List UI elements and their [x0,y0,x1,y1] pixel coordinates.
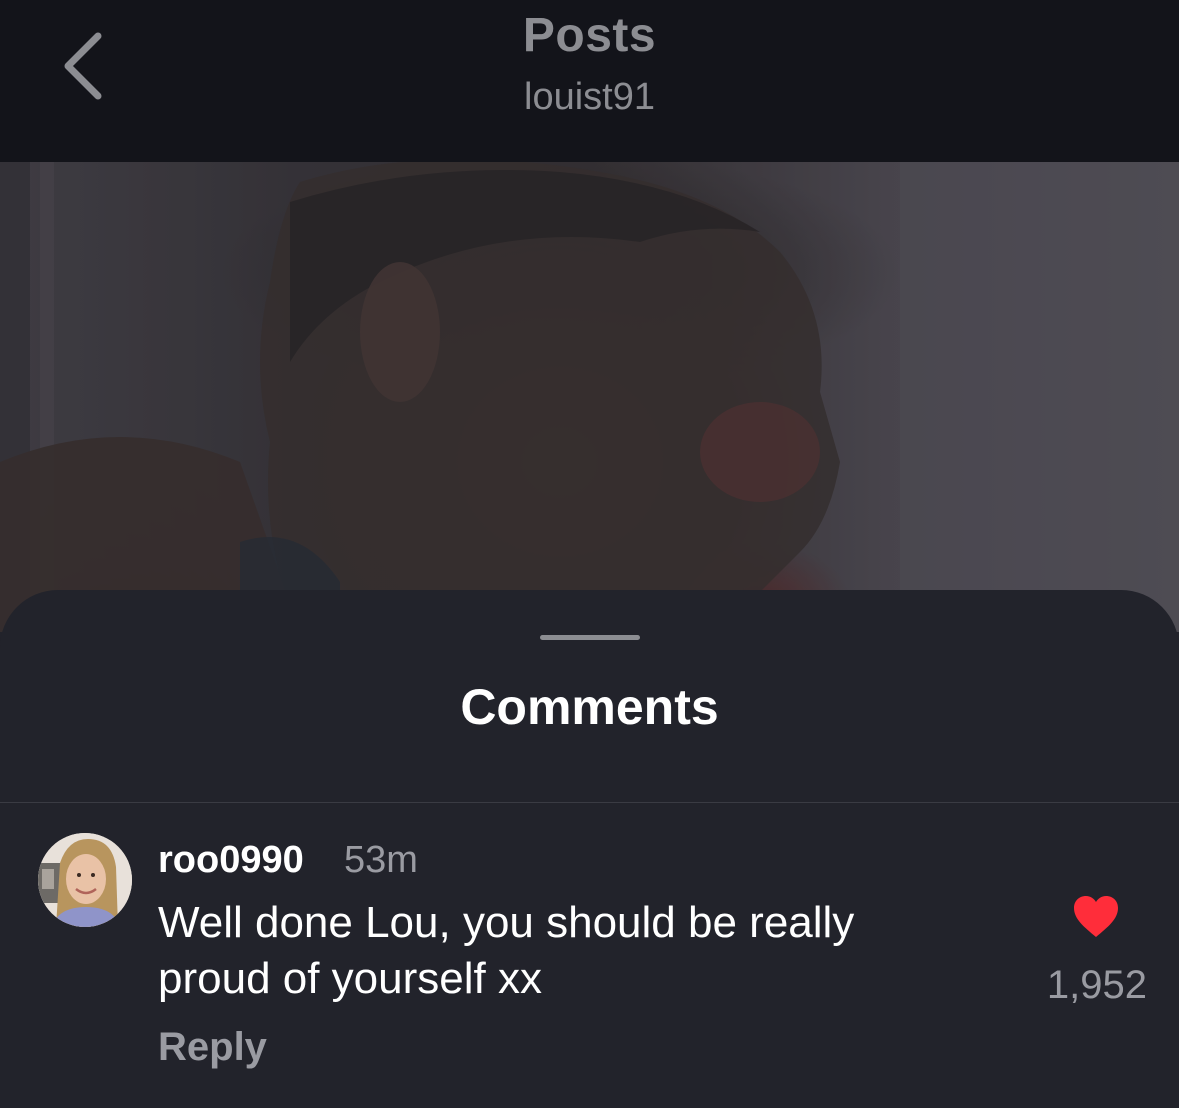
reply-button[interactable]: Reply [158,1025,267,1070]
page-title: Posts [522,9,657,62]
top-bar: Posts louist91 [0,0,1179,162]
avatar[interactable] [38,833,132,927]
sheet-grabber-handle[interactable] [540,635,640,640]
comments-title: Comments [460,679,719,735]
comment-item: roo0990 53m Well done Lou, you should be… [0,803,1179,1108]
page-subtitle-username[interactable]: louist91 [0,76,1179,119]
heart-icon [1074,896,1118,937]
comments-sheet: Comments roo0990 53m Well done Lou, you [0,590,1179,1108]
like-count: 1,952 [1046,963,1147,1007]
comment-timestamp: 53m [344,839,418,881]
post-photo [0,162,1179,632]
like-button[interactable] [1072,895,1120,939]
comment-username[interactable]: roo0990 [158,839,304,882]
comment-text: Well done Lou, you should be really prou… [158,898,855,1003]
